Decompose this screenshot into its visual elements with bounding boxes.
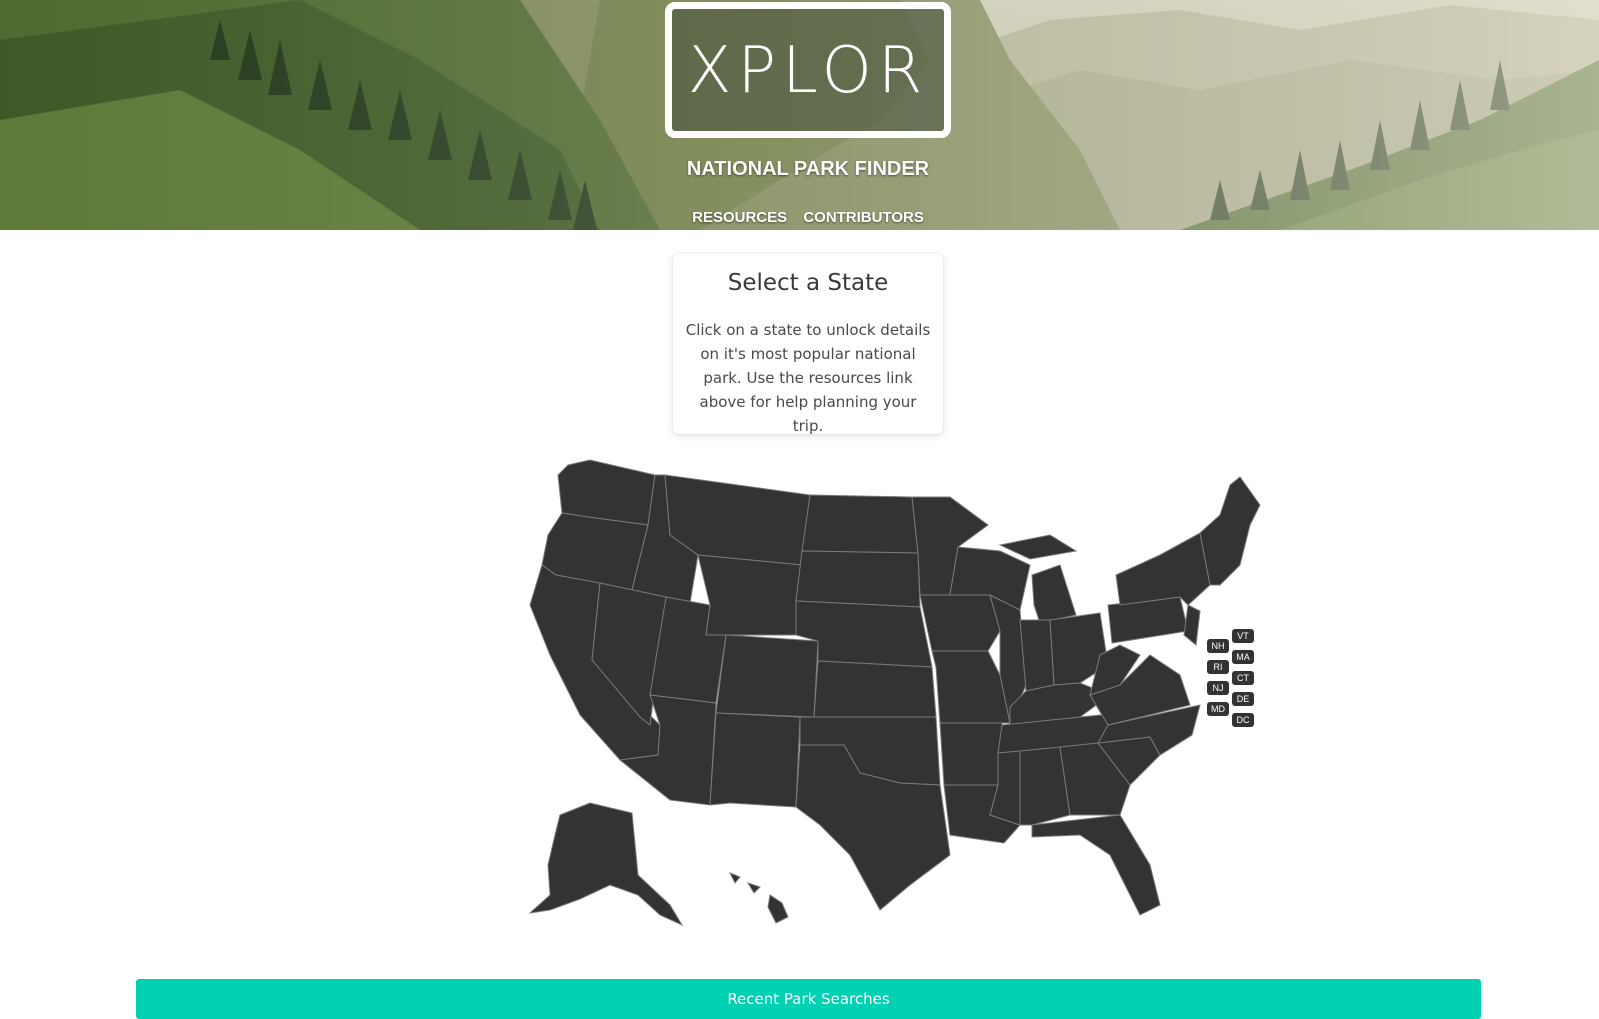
state-new-mexico[interactable] bbox=[709, 712, 801, 808]
main-nav: RESOURCES CONTRIBUTORS bbox=[600, 209, 1016, 226]
us-map-svg bbox=[528, 459, 1261, 927]
state-florida[interactable] bbox=[1031, 814, 1161, 916]
logo-text: XPLOR bbox=[687, 34, 929, 108]
map-label-ri[interactable]: RI bbox=[1207, 660, 1229, 674]
map-label-md[interactable]: MD bbox=[1207, 702, 1229, 716]
state-south-dakota[interactable] bbox=[795, 550, 921, 608]
state-iowa[interactable] bbox=[919, 594, 1001, 652]
card-instructions: Click on a state to unlock details on it… bbox=[685, 321, 931, 435]
state-missouri[interactable] bbox=[931, 650, 1011, 724]
map-label-vt[interactable]: VT bbox=[1232, 629, 1254, 643]
state-new-england[interactable] bbox=[1199, 476, 1261, 586]
state-north-dakota[interactable] bbox=[801, 494, 919, 554]
state-new-jersey[interactable] bbox=[1183, 604, 1201, 646]
us-states-map: NH VT RI MA NJ CT MD DE DC bbox=[520, 455, 1300, 955]
map-label-ct[interactable]: CT bbox=[1232, 671, 1254, 685]
state-wyoming[interactable] bbox=[697, 554, 803, 636]
map-label-nh[interactable]: NH bbox=[1207, 639, 1229, 653]
state-kansas[interactable] bbox=[813, 660, 937, 718]
map-label-de[interactable]: DE bbox=[1232, 692, 1254, 706]
site-subtitle: NATIONAL PARK FINDER bbox=[686, 158, 930, 180]
state-arkansas[interactable] bbox=[939, 722, 1003, 786]
state-alaska[interactable] bbox=[528, 802, 684, 927]
state-hawaii[interactable] bbox=[728, 872, 789, 924]
state-colorado[interactable] bbox=[715, 634, 819, 718]
hero-banner: XPLOR NATIONAL PARK FINDER RESOURCES CON… bbox=[0, 0, 1599, 230]
map-label-ma[interactable]: MA bbox=[1232, 650, 1254, 664]
nav-link-contributors[interactable]: CONTRIBUTORS bbox=[803, 209, 924, 226]
card-title: Select a State bbox=[727, 270, 889, 296]
select-state-card: Select a State Click on a state to unloc… bbox=[673, 254, 943, 435]
state-indiana[interactable] bbox=[1019, 619, 1055, 692]
state-new-york[interactable] bbox=[1115, 532, 1211, 606]
xplor-logo[interactable]: XPLOR bbox=[665, 2, 951, 138]
recent-park-searches-button[interactable]: Recent Park Searches bbox=[136, 979, 1481, 1019]
map-label-nj[interactable]: NJ bbox=[1207, 681, 1229, 695]
nav-link-resources[interactable]: RESOURCES bbox=[692, 209, 787, 226]
map-label-dc[interactable]: DC bbox=[1232, 713, 1254, 727]
